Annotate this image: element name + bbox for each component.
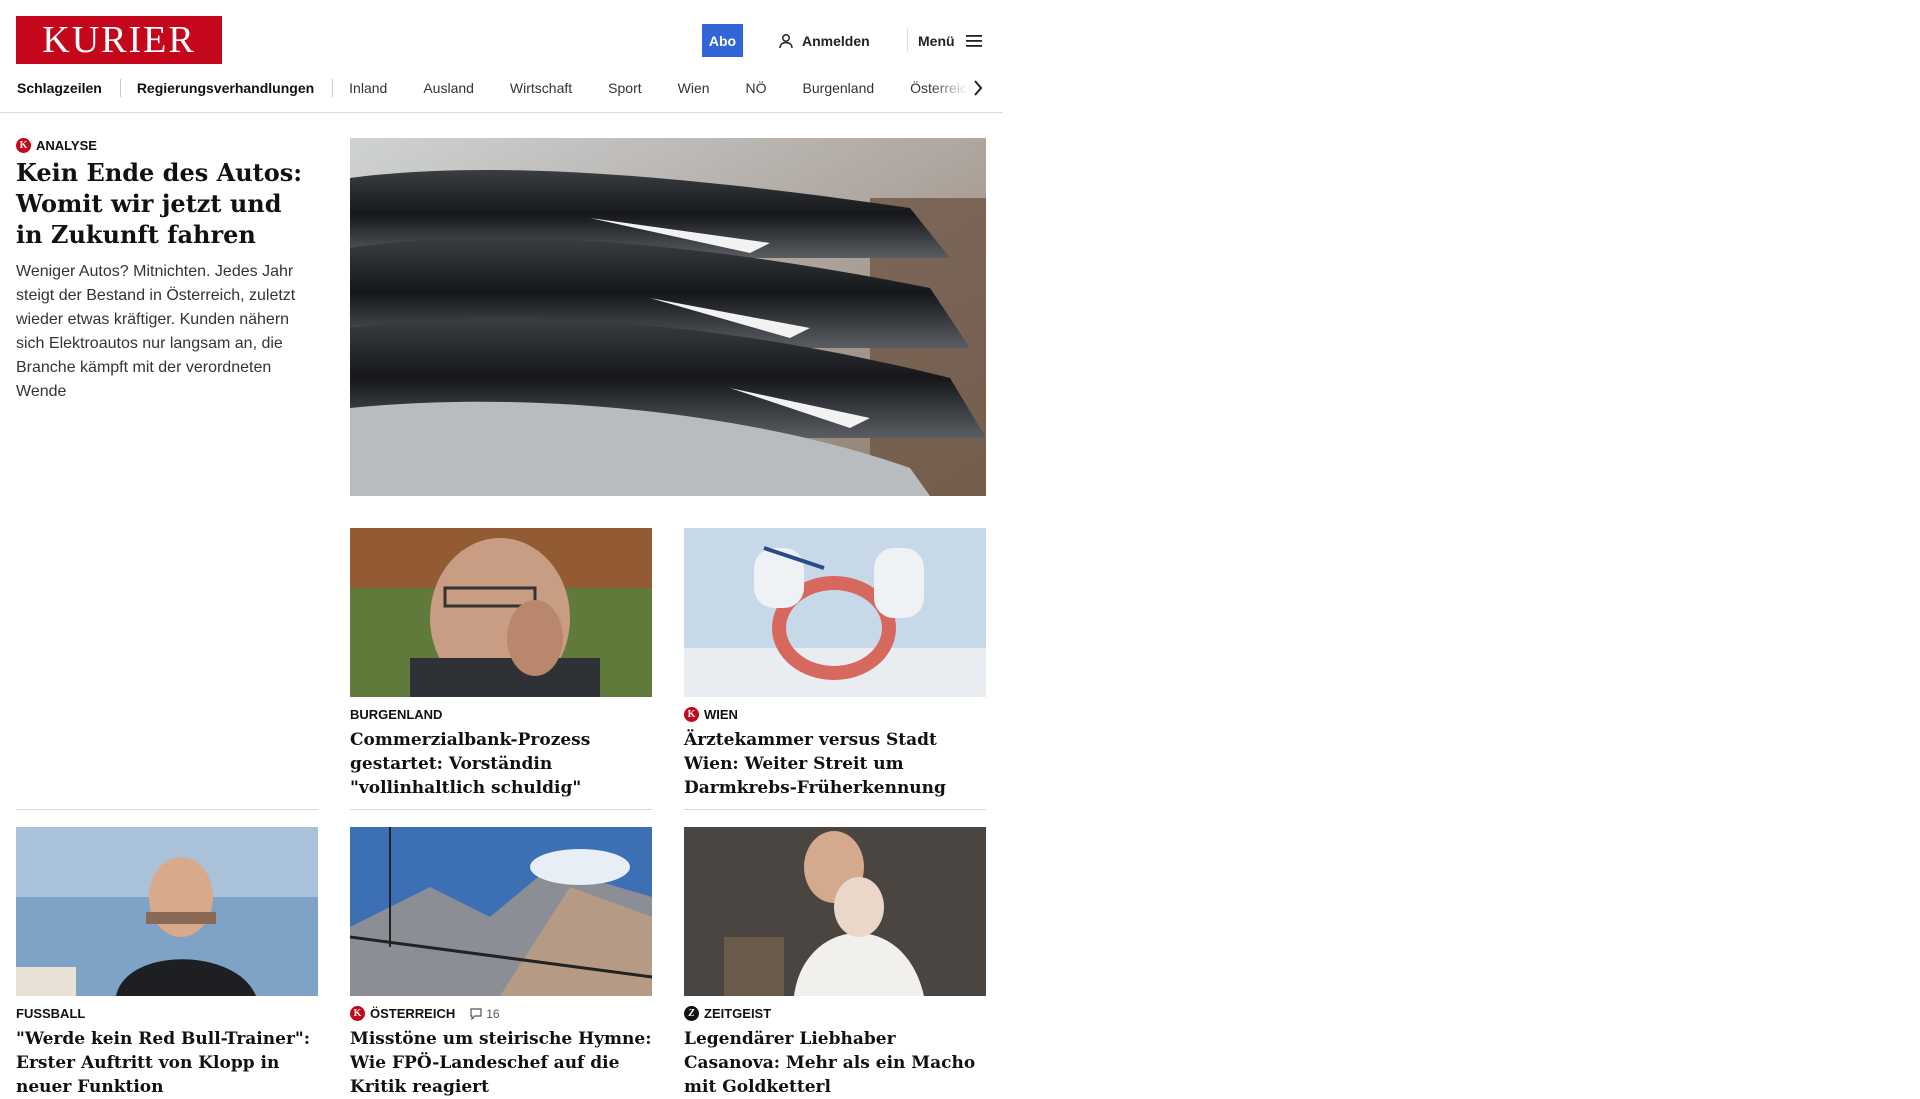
nav-item-sport[interactable]: Sport [608,80,641,96]
article-kicker: K Wien [684,707,986,722]
section-nav: Schlagzeilen Regierungsverhandlungen Inl… [0,76,1003,113]
lead-kicker[interactable]: K Analyse [16,138,97,153]
kurier-plus-icon: K [684,707,699,722]
comment-icon [470,1007,482,1020]
nav-item-noe[interactable]: NÖ [746,80,767,96]
nav-item-regierungsverhandlungen[interactable]: Regierungsverhandlungen [137,80,314,96]
article-card[interactable]: K Wien Ärztekammer versus Stadt Wien: We… [684,528,986,800]
article-image-colon-model[interactable] [684,528,986,697]
kurier-plus-icon: K [350,1006,365,1021]
article-image-casanova[interactable] [684,827,986,996]
nav-item-wien[interactable]: Wien [678,80,710,96]
article-card[interactable]: Fussball "Werde kein Red Bull-Trainer": … [16,827,318,1099]
article-kicker: K Österreich 16 [350,1006,652,1021]
article-image-portrait[interactable] [350,528,652,697]
kurier-logo[interactable]: KURIER [16,16,222,64]
login-label: Anmelden [802,32,870,49]
article-headline[interactable]: Commerzialbank-Prozess gestartet: Vorstä… [350,728,652,800]
chevron-right-icon [974,80,983,96]
lead-kicker-label: Analyse [36,138,97,153]
article-headline[interactable]: "Werde kein Red Bull-Trainer": Erster Au… [16,1027,318,1099]
divider [350,809,652,810]
article-kicker: z Zeitgeist [684,1006,986,1021]
nav-item-ausland[interactable]: Ausland [423,80,474,96]
kicker-label: Österreich [370,1006,456,1021]
article-kicker: Burgenland [350,707,652,722]
article-card[interactable]: z Zeitgeist Legendärer Liebhaber Casanov… [684,827,986,1099]
kicker-label: Zeitgeist [704,1006,772,1021]
lead-headline[interactable]: Kein Ende des Autos: Womit wir jetzt und… [16,157,316,250]
login-button[interactable]: Anmelden [778,24,870,57]
kicker-label: Wien [704,707,738,722]
menu-button[interactable]: Menü [918,24,983,57]
comment-count-value: 16 [486,1006,500,1021]
divider [16,809,318,810]
nav-fade [930,76,1000,100]
nav-divider [332,79,334,97]
page: KURIER Abo Anmelden Menü Schlagzeilen Re… [0,0,1003,1097]
divider [684,809,986,810]
article-headline[interactable]: Ärztekammer versus Stadt Wien: Weiter St… [684,728,986,800]
comment-count[interactable]: 16 [470,1006,500,1021]
article-headline[interactable]: Misstöne um steirische Hymne: Wie FPÖ-La… [350,1027,652,1099]
nav-item-schlagzeilen[interactable]: Schlagzeilen [17,80,102,96]
abo-button[interactable]: Abo [702,24,743,57]
hamburger-icon [965,34,982,47]
lead-teaser[interactable]: Weniger Autos? Mitnichten. Jedes Jahr st… [16,260,316,404]
kurier-plus-icon: K [16,138,31,153]
article-image-klopp[interactable] [16,827,318,996]
article-kicker: Fussball [16,1006,318,1021]
nav-item-inland[interactable]: Inland [349,80,387,96]
nav-divider [119,79,121,97]
header-divider [907,28,908,52]
user-icon [779,33,793,48]
article-headline[interactable]: Legendärer Liebhaber Casanova: Mehr als … [684,1027,986,1099]
kicker-label: Burgenland [350,707,443,722]
kicker-label: Fussball [16,1006,86,1021]
nav-scroll-right-button[interactable] [968,78,988,98]
nav-item-wirtschaft[interactable]: Wirtschaft [510,80,572,96]
article-card[interactable]: Burgenland Commerzialbank-Prozess gestar… [350,528,652,800]
logo-text: KURIER [42,19,196,61]
menu-label: Menü [918,32,955,49]
article-image-dachstein[interactable] [350,827,652,996]
lead-image-cars[interactable] [350,138,986,496]
article-card[interactable]: K Österreich 16 Misstöne um steirische H… [350,827,652,1099]
nav-item-burgenland[interactable]: Burgenland [803,80,875,96]
zeitgeist-icon: z [684,1006,699,1021]
